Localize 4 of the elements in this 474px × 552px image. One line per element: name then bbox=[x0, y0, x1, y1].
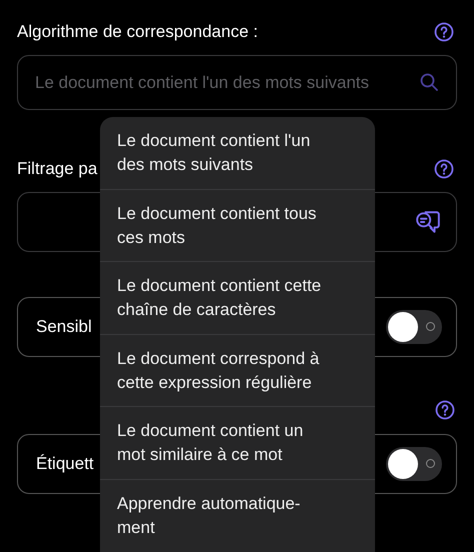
toggle-label: Sensibl bbox=[36, 317, 92, 337]
section-label: Algorithme de correspondance : bbox=[17, 22, 258, 42]
toggle-label: Étiquett bbox=[36, 454, 94, 474]
section-label: Filtrage pa bbox=[17, 159, 98, 179]
